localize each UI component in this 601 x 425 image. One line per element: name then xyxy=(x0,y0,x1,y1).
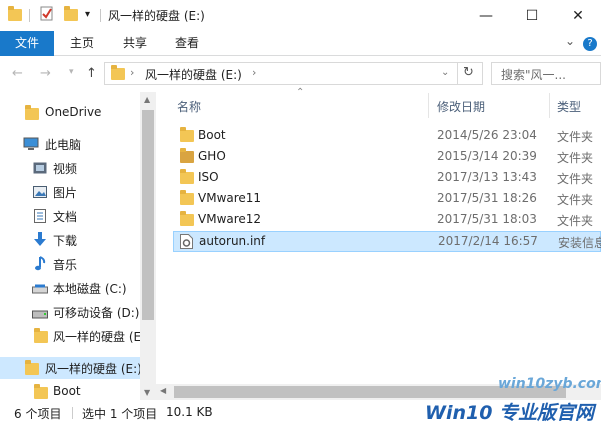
picture-icon xyxy=(33,186,47,201)
file-date: 2017/5/31 18:26 xyxy=(437,191,537,205)
file-type: 文件夹 xyxy=(557,172,594,186)
search-placeholder: 搜索"风一... xyxy=(501,68,566,82)
column-header-modified[interactable]: 修改日期 xyxy=(437,98,485,115)
column-headers: ⌃ 名称 修改日期 类型 xyxy=(163,87,601,118)
file-row-vmware12[interactable]: VMware12 2017/5/31 18:03 文件夹 xyxy=(173,210,601,231)
file-row-iso[interactable]: ISO 2017/3/13 13:43 文件夹 xyxy=(173,168,601,189)
folder-icon xyxy=(34,384,48,399)
file-type: 文件夹 xyxy=(557,130,594,144)
nav-item-drive-c[interactable]: 本地磁盘 (C:) xyxy=(0,277,140,299)
file-row-gho[interactable]: GHO 2015/3/14 20:39 文件夹 xyxy=(173,147,601,168)
selected-size: 10.1 KB xyxy=(166,405,213,419)
minimize-button[interactable]: — xyxy=(463,0,509,31)
music-icon xyxy=(34,256,46,274)
file-type: 文件夹 xyxy=(557,193,594,207)
refresh-icon[interactable]: ↻ xyxy=(463,65,474,80)
removable-drive-icon xyxy=(32,308,48,322)
address-bar[interactable]: › 风一样的硬盘 (E:) › ⌄ ↻ xyxy=(104,62,483,85)
file-date: 2017/2/14 16:57 xyxy=(438,234,538,248)
file-date: 2017/3/13 13:43 xyxy=(437,170,537,184)
item-count: 6 个项目 xyxy=(14,407,62,421)
folder-icon xyxy=(180,211,194,226)
nav-item-videos[interactable]: 视频 xyxy=(0,157,140,179)
tab-share[interactable]: 共享 xyxy=(115,31,155,56)
file-name: VMware11 xyxy=(198,191,262,205)
file-date: 2015/3/14 20:39 xyxy=(437,149,537,163)
download-icon xyxy=(33,232,47,250)
onedrive-folder-icon xyxy=(25,105,39,120)
nav-item-music[interactable]: 音乐 xyxy=(0,253,140,275)
folder-icon xyxy=(180,148,194,163)
search-input[interactable]: 搜索"风一... xyxy=(491,62,601,85)
file-name: GHO xyxy=(198,149,226,163)
file-date: 2017/5/31 18:03 xyxy=(437,212,537,226)
recent-locations-icon[interactable]: ▾ xyxy=(69,67,74,77)
video-icon xyxy=(33,162,47,177)
properties-icon[interactable] xyxy=(40,6,54,24)
file-date: 2014/5/26 23:04 xyxy=(437,128,537,142)
tab-file[interactable]: 文件 xyxy=(0,31,54,56)
expand-ribbon-icon[interactable]: ⌄ xyxy=(565,34,575,48)
nav-item-onedrive[interactable]: OneDrive xyxy=(0,102,140,124)
nav-item-this-pc[interactable]: 此电脑 xyxy=(0,133,140,155)
nav-item-drive-e[interactable]: 风一样的硬盘 (E:) xyxy=(0,357,142,379)
window-title: 风一样的硬盘 (E:) xyxy=(108,9,205,23)
nav-item-documents[interactable]: 文档 xyxy=(0,205,140,227)
file-row-autorun[interactable]: autorun.inf 2017/2/14 16:57 安装信息 xyxy=(173,231,601,252)
drive-icon xyxy=(32,283,48,297)
back-arrow-icon[interactable]: ← xyxy=(12,66,23,81)
document-icon xyxy=(34,209,46,226)
navigation-pane: OneDrive 此电脑 视频 图片 文档 下载 音乐 本地磁盘 (C:) 可移… xyxy=(0,92,156,400)
folder-icon xyxy=(180,169,194,184)
tab-home[interactable]: 主页 xyxy=(62,31,102,56)
chevron-right-icon[interactable]: › xyxy=(130,66,134,79)
scroll-up-icon[interactable]: ▲ xyxy=(144,95,150,104)
close-button[interactable]: ✕ xyxy=(555,0,601,31)
folder-icon xyxy=(34,328,48,343)
folder-icon xyxy=(111,65,125,80)
file-name: VMware12 xyxy=(198,212,262,226)
column-header-name[interactable]: 名称 xyxy=(177,98,201,115)
nav-scrollbar[interactable]: ▲ ▼ xyxy=(140,92,156,400)
up-arrow-icon[interactable]: ↑ xyxy=(86,66,97,81)
watermark-site: win10zyb.com xyxy=(498,376,601,392)
nav-item-boot[interactable]: Boot xyxy=(0,381,140,400)
file-row-boot[interactable]: Boot 2014/5/26 23:04 文件夹 xyxy=(173,126,601,147)
watermark-brand: Win10 专业版官网 xyxy=(425,402,595,424)
nav-item-downloads[interactable]: 下载 xyxy=(0,229,140,251)
sort-ascending-icon: ⌃ xyxy=(296,87,305,98)
nav-item-drive-e-computer[interactable]: 风一样的硬盘 (E xyxy=(0,325,141,347)
nav-scroll-thumb[interactable] xyxy=(142,110,154,320)
scroll-down-icon[interactable]: ▼ xyxy=(144,388,150,397)
folder-icon xyxy=(8,6,22,21)
scroll-left-icon[interactable]: ◀ xyxy=(160,386,166,395)
file-type: 文件夹 xyxy=(557,214,594,228)
selected-count: 选中 1 个项目 xyxy=(82,407,158,421)
new-folder-icon[interactable] xyxy=(64,6,78,21)
address-path: 风一样的硬盘 (E:) xyxy=(145,68,242,82)
customize-toolbar-icon[interactable]: ▾ xyxy=(85,9,90,20)
tab-view[interactable]: 查看 xyxy=(167,31,207,56)
maximize-button[interactable]: ☐ xyxy=(509,0,555,31)
settings-file-icon xyxy=(180,234,193,252)
title-bar: ▾ 风一样的硬盘 (E:) — ☐ ✕ xyxy=(0,0,601,31)
nav-item-drive-d[interactable]: 可移动设备 (D:) xyxy=(0,301,140,323)
forward-arrow-icon[interactable]: → xyxy=(40,66,51,81)
chevron-right-icon[interactable]: › xyxy=(252,66,256,79)
folder-icon xyxy=(180,190,194,205)
file-name: Boot xyxy=(198,128,226,142)
nav-item-pictures[interactable]: 图片 xyxy=(0,181,140,203)
file-name: autorun.inf xyxy=(199,234,266,248)
file-type: 安装信息 xyxy=(558,236,601,250)
ribbon-tabs: 文件 主页 共享 查看 ⌄ ? xyxy=(0,31,601,56)
computer-icon xyxy=(23,137,39,154)
folder-icon xyxy=(180,127,194,142)
file-type: 文件夹 xyxy=(557,151,594,165)
file-row-vmware11[interactable]: VMware11 2017/5/31 18:26 文件夹 xyxy=(173,189,601,210)
help-icon[interactable]: ? xyxy=(583,37,597,51)
chevron-down-icon[interactable]: ⌄ xyxy=(441,67,449,78)
column-header-type[interactable]: 类型 xyxy=(557,98,581,115)
folder-icon xyxy=(25,360,39,375)
file-name: ISO xyxy=(198,170,219,184)
